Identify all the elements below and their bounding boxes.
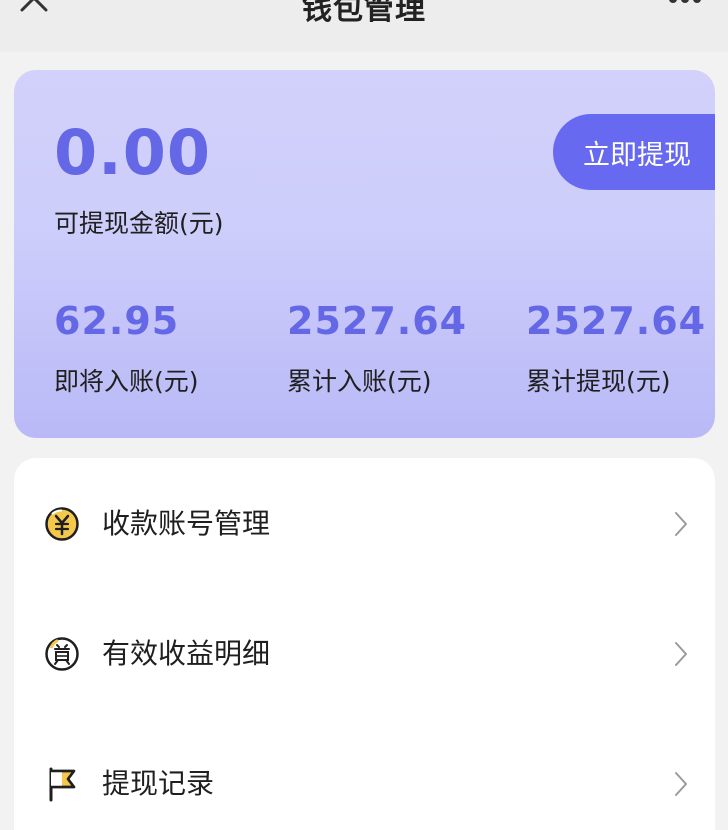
menu-item-payee-accounts[interactable]: 收款账号管理 bbox=[14, 474, 715, 574]
stat-total-income: 2527.64 累计入账(元) bbox=[287, 302, 467, 398]
stat-value: 2527.64 bbox=[526, 299, 707, 343]
wallet-management-page: 钱包管理 0.00 可提现金额(元) 立即提现 62.95 即将入账(元) 25… bbox=[0, 0, 728, 830]
stat-label: 累计入账(元) bbox=[287, 367, 432, 396]
chevron-right-icon bbox=[675, 642, 687, 666]
page-title: 钱包管理 bbox=[302, 0, 426, 27]
menu-item-earnings-detail[interactable]: 有效收益明细 bbox=[14, 604, 715, 704]
top-nav-bar: 钱包管理 bbox=[0, 0, 728, 52]
stat-pending-income: 62.95 即将入账(元) bbox=[54, 302, 199, 398]
chevron-right-icon bbox=[675, 772, 687, 796]
stat-total-withdrawn: 2527.64 累计提现(元) bbox=[526, 302, 706, 398]
chevron-right-icon bbox=[675, 512, 687, 536]
menu-item-label: 提现记录 bbox=[102, 767, 215, 800]
withdraw-now-button[interactable]: 立即提现 bbox=[553, 114, 715, 190]
withdrawable-amount-label: 可提现金额(元) bbox=[54, 209, 224, 238]
stat-label: 累计提现(元) bbox=[526, 367, 671, 396]
reward-badge-icon bbox=[45, 637, 79, 671]
wallet-summary-card: 0.00 可提现金额(元) 立即提现 62.95 即将入账(元) 2527.64… bbox=[14, 70, 715, 438]
stat-value: 2527.64 bbox=[287, 299, 468, 343]
more-dots-icon[interactable] bbox=[668, 0, 702, 4]
stat-value: 62.95 bbox=[54, 299, 180, 343]
stat-label: 即将入账(元) bbox=[54, 367, 199, 396]
withdrawable-amount: 0.00 bbox=[54, 116, 211, 189]
menu-item-label: 收款账号管理 bbox=[102, 507, 271, 540]
menu-item-label: 有效收益明细 bbox=[102, 637, 271, 670]
yuan-coin-icon bbox=[45, 507, 79, 541]
wallet-menu-list: 收款账号管理 有效收益明细 提现记录 bbox=[14, 458, 715, 830]
flag-icon bbox=[49, 767, 76, 802]
menu-item-withdraw-records[interactable]: 提现记录 bbox=[14, 734, 715, 830]
